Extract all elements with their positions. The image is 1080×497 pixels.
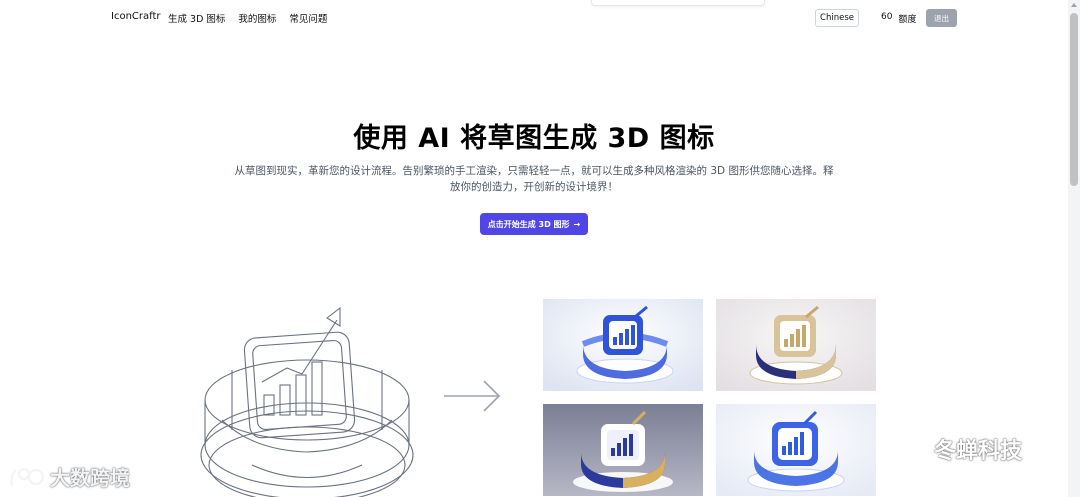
transform-arrow-icon	[444, 380, 501, 412]
watermark-right-text: 冬蝉科技	[934, 439, 1023, 464]
hero-title: 使用 AI 将草图生成 3D 图标	[353, 123, 715, 154]
bar-chart-sketch-image	[200, 306, 414, 497]
arrow-right-icon: →	[573, 219, 581, 229]
render-blue-white-image[interactable]	[716, 404, 876, 496]
render-navy-gold-image[interactable]	[716, 299, 876, 391]
logout-button[interactable]: 退出	[926, 9, 957, 27]
hero-subtitle: 从草图到现实，革新您的设计流程。告别繁琐的手工渲染，只需轻轻一点，就可以生成多种…	[234, 165, 834, 193]
render-blue-glass-image[interactable]	[543, 299, 703, 391]
watermark-logo-icon	[10, 467, 45, 486]
cta-label: 点击开始生成 3D 图形	[487, 219, 570, 229]
nav-generate-3d-icon[interactable]: 生成 3D 图标	[168, 11, 225, 25]
watermark-left-text: 大数跨境	[50, 466, 130, 490]
scrollbar-thumb[interactable]	[1070, 13, 1078, 186]
credits-label: 额度	[898, 15, 917, 25]
top-navigation-bar: IconCraftr 生成 3D 图标 我的图标 常见问题 Chinese 60…	[0, 0, 1068, 36]
render-gold-dark-image[interactable]	[543, 404, 703, 496]
watermark-right: 冬蝉科技	[882, 432, 1022, 466]
nav-faq[interactable]: 常见问题	[289, 11, 327, 25]
scroll-up-arrow-icon[interactable]	[1071, 3, 1077, 7]
brand-logo-text[interactable]: IconCraftr	[111, 11, 161, 22]
credits-display: 60 额度	[881, 12, 916, 25]
wechat-icon	[884, 434, 924, 463]
nav-my-icons[interactable]: 我的图标	[238, 11, 276, 25]
credits-value: 60	[881, 12, 893, 22]
language-button[interactable]: Chinese	[815, 9, 859, 27]
dropdown-popover-edge	[591, 0, 765, 6]
start-generate-button[interactable]: 点击开始生成 3D 图形 →	[480, 213, 588, 235]
page-scrollbar[interactable]	[1068, 0, 1080, 497]
main-nav: 生成 3D 图标 我的图标 常见问题	[168, 11, 327, 25]
watermark-left: 大数跨境	[8, 462, 130, 491]
